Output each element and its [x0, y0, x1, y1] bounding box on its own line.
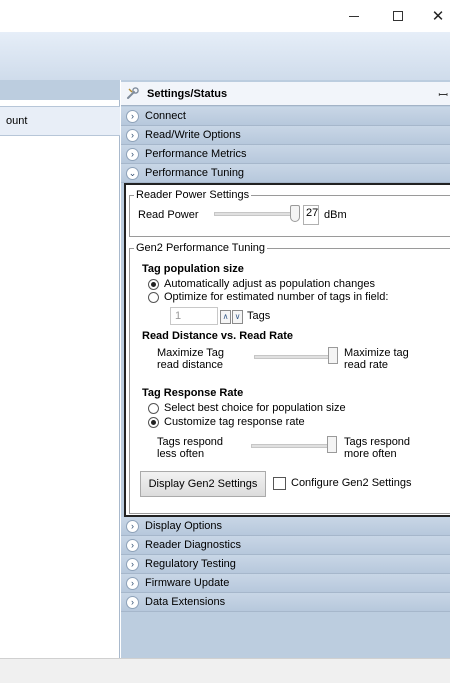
response-left-label-2: less often — [157, 448, 205, 460]
chevron-right-icon: › — [126, 539, 139, 552]
read-power-value[interactable]: 27 — [303, 205, 319, 225]
radio-optimize-estimated[interactable] — [148, 292, 159, 303]
distance-rate-slider-track[interactable] — [254, 355, 338, 359]
minimize-button[interactable] — [336, 0, 372, 32]
section-label: Read/Write Options — [145, 129, 241, 141]
chevron-right-icon: › — [126, 129, 139, 142]
section-label: Performance Tuning — [145, 167, 245, 179]
section-label: Display Options — [145, 520, 223, 532]
section-connect[interactable]: › Connect — [121, 107, 450, 126]
section-label: Performance Metrics — [145, 148, 247, 160]
chevron-right-icon: › — [126, 148, 139, 161]
reader-power-group: Reader Power Settings Read Power 27 dBm — [129, 189, 450, 237]
distance-rate-heading: Read Distance vs. Read Rate — [142, 330, 294, 342]
wrench-icon — [127, 87, 139, 99]
section-read-write-options[interactable]: › Read/Write Options — [121, 126, 450, 145]
response-rate-heading: Tag Response Rate — [142, 387, 244, 399]
response-right-label-2: more often — [344, 448, 397, 460]
chevron-right-icon: › — [126, 520, 139, 533]
status-bar — [0, 658, 450, 683]
section-label: Firmware Update — [145, 577, 230, 589]
tag-results-grid[interactable] — [0, 100, 120, 658]
section-performance-metrics[interactable]: › Performance Metrics — [121, 145, 450, 164]
chevron-right-icon: › — [126, 596, 139, 609]
section-label: Regulatory Testing — [145, 558, 236, 570]
section-firmware-update[interactable]: › Firmware Update — [121, 574, 450, 593]
section-label: Connect — [145, 110, 186, 122]
pin-icon[interactable]: ꟷ — [438, 86, 448, 103]
chevron-down-icon: ⌄ — [126, 167, 139, 180]
performance-tuning-body: Reader Power Settings Read Power 27 dBm … — [124, 183, 450, 517]
response-rate-slider-thumb[interactable] — [327, 436, 337, 453]
settings-status-panel: Settings/Status ꟷ › Connect › Read/Write… — [121, 80, 450, 658]
radio-best-choice-label: Select best choice for population size — [164, 402, 346, 414]
display-gen2-settings-button[interactable]: Display Gen2 Settings — [140, 471, 266, 497]
distance-right-label-2: read rate — [344, 359, 389, 371]
minimize-icon — [349, 15, 359, 17]
response-right-label-1: Tags respond — [344, 436, 411, 448]
read-power-label: Read Power — [138, 209, 199, 221]
read-power-slider-track[interactable] — [214, 212, 300, 216]
distance-rate-slider-thumb[interactable] — [328, 347, 338, 364]
settings-panel-header: Settings/Status ꟷ — [121, 82, 450, 106]
tag-count-unit: Tags — [247, 310, 271, 322]
distance-right-label-1: Maximize tag — [344, 347, 409, 359]
section-label: Data Extensions — [145, 596, 226, 608]
maximize-button[interactable] — [380, 0, 416, 32]
radio-optimize-estimated-label: Optimize for estimated number of tags in… — [164, 291, 389, 303]
tag-count-input[interactable]: 1 — [170, 307, 218, 325]
radio-customize-rate[interactable] — [148, 417, 159, 428]
read-power-unit: dBm — [324, 209, 347, 221]
section-display-options[interactable]: › Display Options — [121, 517, 450, 536]
tag-count-up-icon[interactable]: ∧ — [220, 310, 231, 324]
distance-left-label-1: Maximize Tag — [157, 347, 225, 359]
section-reader-diagnostics[interactable]: › Reader Diagnostics — [121, 536, 450, 555]
settings-panel-title: Settings/Status — [147, 88, 228, 100]
section-data-extensions[interactable]: › Data Extensions — [121, 593, 450, 612]
radio-customize-rate-label: Customize tag response rate — [164, 416, 305, 428]
toolbar-strip — [0, 32, 450, 80]
title-bar: ✕ — [0, 0, 450, 32]
read-power-slider-thumb[interactable] — [290, 205, 300, 222]
chevron-right-icon: › — [126, 110, 139, 123]
grid-column-header[interactable]: ount — [0, 106, 120, 136]
radio-auto-adjust[interactable] — [148, 279, 159, 290]
radio-auto-adjust-label: Automatically adjust as population chang… — [164, 278, 375, 290]
radio-best-choice[interactable] — [148, 403, 159, 414]
chevron-right-icon: › — [126, 558, 139, 571]
configure-gen2-label: Configure Gen2 Settings — [291, 477, 412, 489]
gen2-tuning-group-title: Gen2 Performance Tuning — [134, 242, 268, 254]
close-icon: ✕ — [431, 7, 445, 25]
section-label: Reader Diagnostics — [145, 539, 241, 551]
chevron-right-icon: › — [126, 577, 139, 590]
section-performance-tuning[interactable]: ⌄ Performance Tuning — [121, 164, 450, 183]
reader-power-group-title: Reader Power Settings — [134, 189, 252, 201]
maximize-icon — [393, 11, 403, 21]
tag-population-heading: Tag population size — [142, 263, 244, 275]
distance-left-label-2: read distance — [157, 359, 224, 371]
configure-gen2-checkbox[interactable] — [273, 477, 286, 490]
tag-count-down-icon[interactable]: ∨ — [232, 310, 243, 324]
close-button[interactable]: ✕ — [420, 0, 450, 32]
section-regulatory-testing[interactable]: › Regulatory Testing — [121, 555, 450, 574]
gen2-tuning-group: Gen2 Performance Tuning Tag population s… — [129, 242, 450, 514]
response-rate-slider-track[interactable] — [251, 444, 337, 448]
response-left-label-1: Tags respond — [157, 436, 224, 448]
grid-column-header-label: ount — [6, 115, 28, 127]
